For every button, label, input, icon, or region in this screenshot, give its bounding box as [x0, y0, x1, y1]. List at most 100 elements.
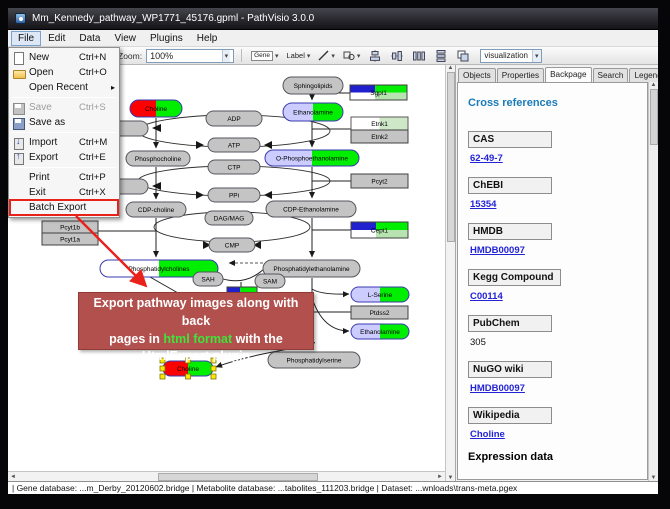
- sidebar-scroll-thumb[interactable]: [650, 89, 658, 145]
- menu-help[interactable]: Help: [190, 31, 225, 46]
- pathway-node-etnk2[interactable]: Etnk2: [351, 130, 408, 143]
- zoom-combobox[interactable]: 100% ▾: [146, 49, 234, 63]
- crossref-link[interactable]: 62-49-7: [470, 153, 503, 164]
- menu-file[interactable]: File: [11, 31, 41, 46]
- pathway-node-atp[interactable]: ATP: [208, 138, 260, 152]
- horizontal-scroll-thumb[interactable]: [158, 473, 318, 481]
- tab-backpage[interactable]: Backpage: [545, 67, 591, 82]
- pathway-node-ppi[interactable]: PPi: [208, 188, 260, 202]
- chevron-down-icon[interactable]: ▾: [357, 52, 361, 60]
- pathway-node-sam[interactable]: SAM: [255, 274, 285, 288]
- pathway-node-dag-mag[interactable]: DAG/MAG: [205, 211, 253, 225]
- file-menu-item-exit[interactable]: ExitCtrl+X: [10, 185, 118, 200]
- pathway-node-adp[interactable]: ADP: [206, 111, 262, 126]
- file-menu-item-label: Import: [29, 137, 75, 148]
- pathway-edge[interactable]: [312, 289, 349, 294]
- selection-handle[interactable]: [211, 374, 216, 379]
- node-label: Ethanolamine: [293, 109, 333, 116]
- selection-handle[interactable]: [186, 374, 191, 379]
- scroll-down-icon[interactable]: ▼: [651, 475, 657, 481]
- pathway-edge[interactable]: [312, 298, 349, 331]
- pathway-node-ethanolamine-top[interactable]: Ethanolamine: [283, 103, 343, 121]
- pathway-node-l-serine[interactable]: L-Serine: [351, 287, 409, 302]
- pathway-node-o-phosphoethanolamine[interactable]: O-Phosphoethanolamine: [265, 150, 359, 166]
- vertical-scroll-thumb[interactable]: [447, 72, 455, 242]
- chevron-down-icon[interactable]: ▾: [307, 52, 311, 60]
- scroll-up-icon[interactable]: ▲: [448, 65, 454, 71]
- shape-tool-button[interactable]: ▾: [341, 48, 363, 63]
- pathway-node-pcyt1a[interactable]: Pcyt1a: [42, 233, 98, 245]
- pathway-node-cdp-ethanolamine[interactable]: CDP-Ethanolamine: [266, 201, 356, 217]
- crossref-link[interactable]: Choline: [470, 429, 505, 440]
- selection-handle[interactable]: [160, 366, 165, 371]
- file-menu-item-open-recent[interactable]: Open Recent▸: [10, 80, 118, 95]
- scroll-up-icon[interactable]: ▲: [651, 82, 657, 88]
- vertical-scrollbar[interactable]: ▲ ▼: [445, 65, 455, 481]
- pathway-node-ctp[interactable]: CTP: [208, 160, 260, 174]
- tab-search[interactable]: Search: [593, 68, 629, 82]
- pathway-edge[interactable]: [150, 277, 178, 293]
- sidebar-scrollbar[interactable]: ▲ ▼: [648, 82, 658, 481]
- pathway-node-etnk1[interactable]: Etnk1: [351, 117, 408, 130]
- horizontal-scrollbar[interactable]: ◄ ►: [8, 471, 445, 481]
- backpage-section-hmdb: HMDBHMDB00097: [468, 221, 647, 256]
- crossref-link[interactable]: C00114: [470, 291, 503, 302]
- label-tool-label: Label: [287, 51, 305, 60]
- pathway-node-phosphocholine[interactable]: Phosphocholine: [126, 151, 190, 166]
- align-center-button[interactable]: [366, 50, 384, 62]
- selection-handle[interactable]: [211, 366, 216, 371]
- scroll-down-icon[interactable]: ▼: [448, 475, 454, 481]
- tab-legend[interactable]: Legend: [629, 68, 658, 82]
- crossref-link[interactable]: 15354: [470, 199, 496, 210]
- chevron-down-icon[interactable]: ▾: [275, 52, 279, 60]
- node-label: Pcyt1a: [60, 236, 80, 243]
- chevron-down-icon[interactable]: ▾: [331, 52, 335, 60]
- pathway-node-cmp[interactable]: CMP: [209, 238, 255, 252]
- menu-plugins[interactable]: Plugins: [143, 31, 190, 46]
- pathway-node-ethanolamine-bottom[interactable]: Ethanolamine: [351, 324, 409, 339]
- pathway-node-sah[interactable]: SAH: [193, 272, 223, 286]
- crossref-link[interactable]: HMDB00097: [470, 245, 525, 256]
- gene-tool-button[interactable]: Gene ▾: [249, 48, 280, 63]
- pathway-node-pcyt2[interactable]: Pcyt2: [351, 174, 408, 188]
- file-menu-item-label: Save as: [29, 117, 75, 128]
- pathway-node-ptdss2[interactable]: Ptdss2: [351, 306, 408, 319]
- tab-objects[interactable]: Objects: [458, 68, 496, 82]
- file-menu-item-open[interactable]: OpenCtrl+O: [10, 65, 118, 80]
- menu-edit[interactable]: Edit: [41, 31, 72, 46]
- pathway-node-cept1[interactable]: Cept1: [351, 222, 408, 238]
- node-label: PPi: [229, 192, 239, 199]
- pathway-node-sphingolipids[interactable]: Sphingolipids: [283, 77, 343, 94]
- selection-handle[interactable]: [160, 374, 165, 379]
- crossref-link[interactable]: HMDB00097: [470, 383, 525, 394]
- file-menu-item-import[interactable]: ImportCtrl+M: [10, 135, 118, 150]
- pathway-node-pcyt1b[interactable]: Pcyt1b: [42, 221, 98, 233]
- align-middle-button[interactable]: [388, 50, 406, 62]
- backpage-section-kegg-compound: Kegg Compound C00114: [468, 267, 647, 302]
- file-menu-item-new[interactable]: NewCtrl+N: [10, 50, 118, 65]
- pathway-node-cdp-choline[interactable]: CDP-choline: [126, 202, 186, 217]
- stack-button[interactable]: [454, 50, 472, 62]
- file-menu-item-save-as[interactable]: Save as: [10, 115, 118, 130]
- node-label: CMP: [225, 242, 239, 249]
- distribute-vertical-button[interactable]: [432, 50, 450, 62]
- scroll-left-icon[interactable]: ◄: [8, 474, 18, 480]
- line-tool-button[interactable]: ▾: [316, 48, 337, 63]
- menu-data[interactable]: Data: [72, 31, 107, 46]
- label-tool-button[interactable]: Label ▾: [285, 48, 313, 63]
- chevron-down-icon[interactable]: ▾: [222, 50, 231, 62]
- file-menu-item-batch-export[interactable]: Batch Export: [10, 200, 118, 215]
- status-bar: | Gene database: ...m_Derby_20120602.bri…: [8, 481, 658, 494]
- scroll-right-icon[interactable]: ►: [435, 474, 445, 480]
- chevron-down-icon[interactable]: ▾: [532, 50, 541, 62]
- tab-properties[interactable]: Properties: [497, 68, 544, 82]
- pathway-node-sgpl1[interactable]: Sgpl1: [350, 85, 407, 100]
- menu-view[interactable]: View: [107, 31, 143, 46]
- pathway-node-choline-top[interactable]: Choline: [130, 100, 182, 117]
- title-bar[interactable]: Mm_Kennedy_pathway_WP1771_45176.gpml - P…: [8, 8, 658, 30]
- backpage-section-header: Kegg Compound: [468, 269, 561, 286]
- file-menu-item-export[interactable]: ExportCtrl+E: [10, 150, 118, 165]
- file-menu-item-print[interactable]: PrintCtrl+P: [10, 170, 118, 185]
- distribute-horizontal-button[interactable]: [410, 50, 428, 62]
- visualization-combobox[interactable]: visualization ▾: [480, 49, 542, 63]
